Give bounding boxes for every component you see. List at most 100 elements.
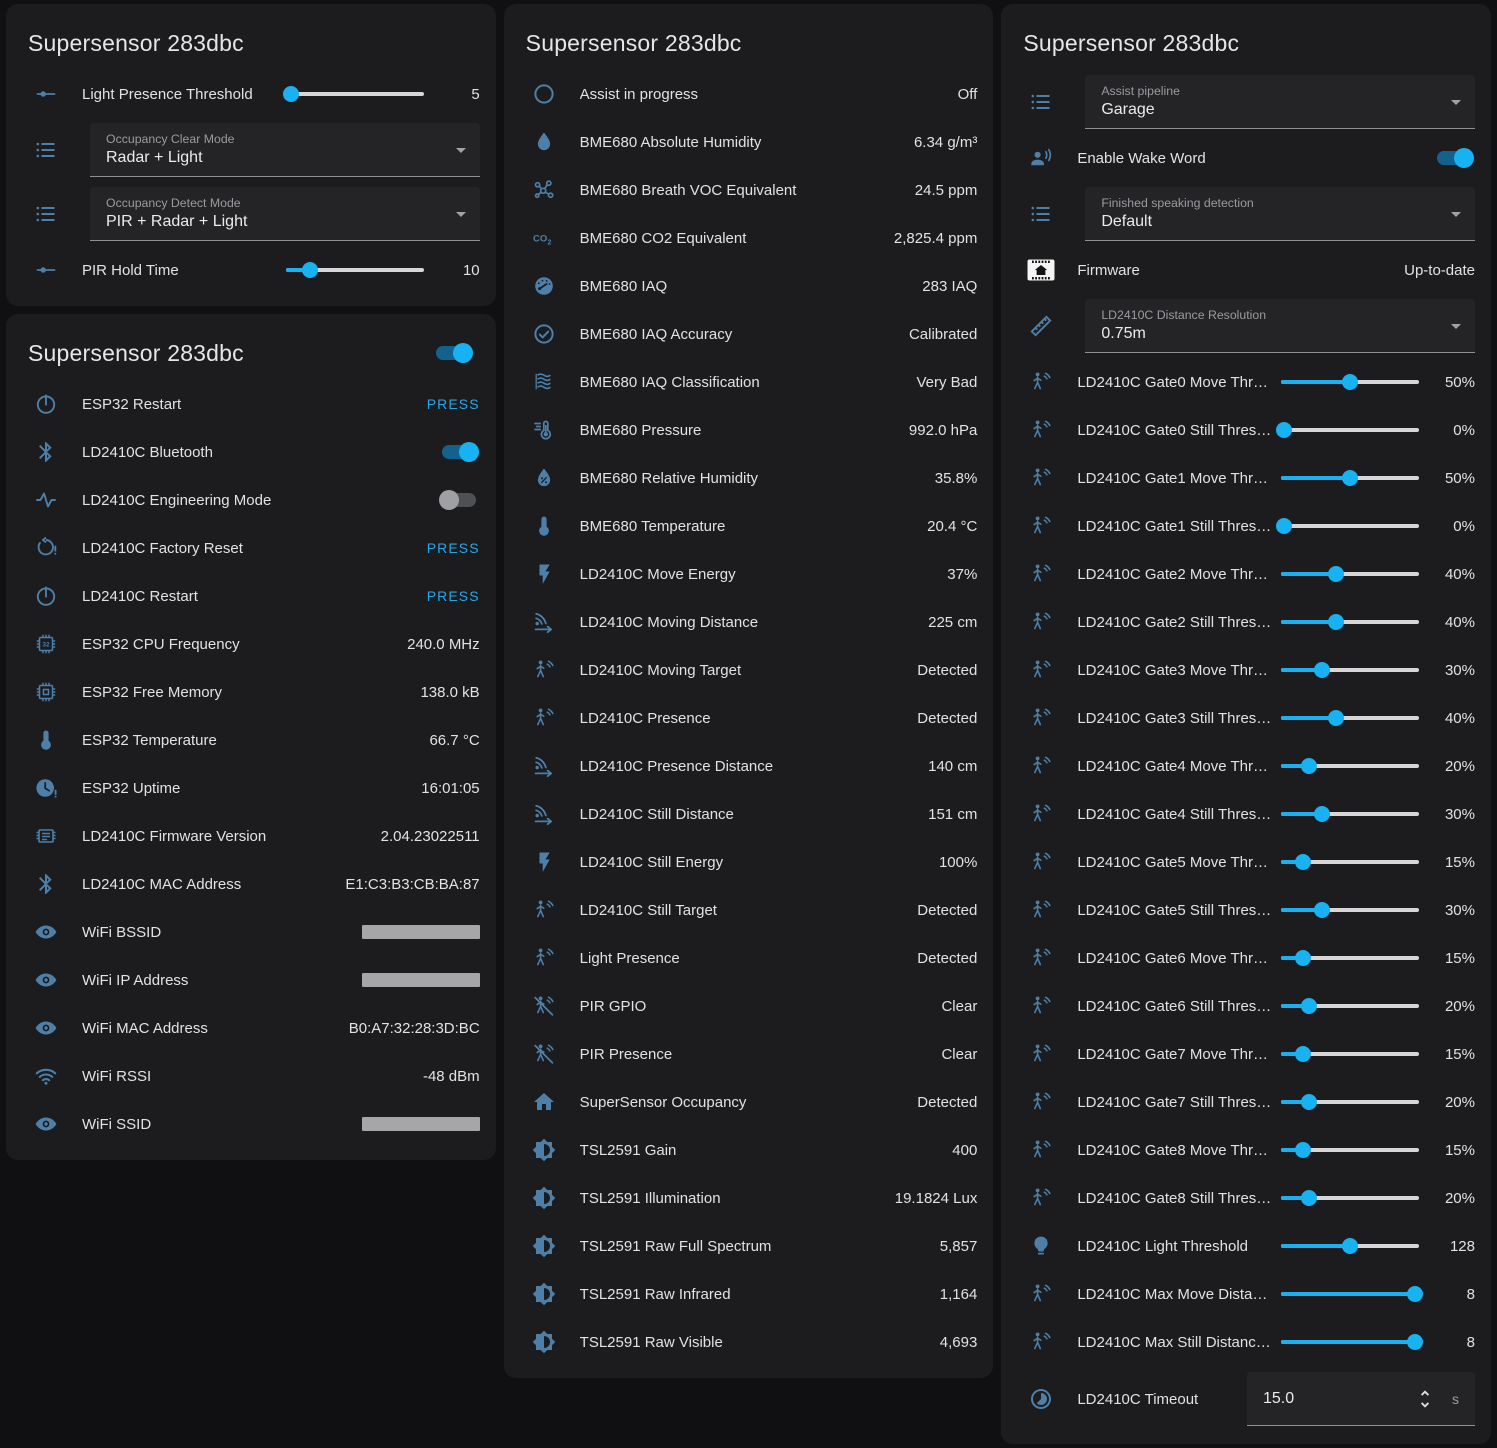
entity-row-wifi-ssid[interactable]: WiFi SSID: [6, 1100, 496, 1148]
entity-row-ld2410c-gate1-still-thres[interactable]: LD2410C Gate1 Still Thres…0%: [1001, 502, 1491, 550]
slider-knob[interactable]: [1342, 374, 1358, 390]
entity-row-assist-pipeline[interactable]: Assist pipelineGarage: [1001, 70, 1491, 134]
entity-row-bme680-iaq-accuracy[interactable]: BME680 IAQ AccuracyCalibrated: [504, 310, 994, 358]
entity-row-light-presence-threshold[interactable]: Light Presence Threshold5: [6, 70, 496, 118]
entity-row-ld2410c-max-move-dista[interactable]: LD2410C Max Move Dista…8: [1001, 1270, 1491, 1318]
entity-row-tsl2591-raw-full-spectrum[interactable]: TSL2591 Raw Full Spectrum5,857: [504, 1222, 994, 1270]
slider-ld2410c-max-still-distanc[interactable]: [1281, 1340, 1419, 1344]
entity-row-ld2410c-gate0-still-thres[interactable]: LD2410C Gate0 Still Thres…0%: [1001, 406, 1491, 454]
entity-row-ld2410c-presence-distance[interactable]: LD2410C Presence Distance140 cm: [504, 742, 994, 790]
slider-ld2410c-gate3-move-thr[interactable]: [1281, 668, 1419, 672]
entity-row-ld2410c-gate8-still-thres[interactable]: LD2410C Gate8 Still Thres…20%: [1001, 1174, 1491, 1222]
slider-ld2410c-max-move-dista[interactable]: [1281, 1292, 1419, 1296]
slider-knob[interactable]: [1314, 806, 1330, 822]
entity-row-ld2410c-move-energy[interactable]: LD2410C Move Energy37%: [504, 550, 994, 598]
entity-row-bme680-relative-humidity[interactable]: BME680 Relative Humidity35.8%: [504, 454, 994, 502]
entity-row-wifi-ip-address[interactable]: WiFi IP Address: [6, 956, 496, 1004]
slider-ld2410c-gate7-move-thr[interactable]: [1281, 1052, 1419, 1056]
slider-knob[interactable]: [1342, 470, 1358, 486]
slider-ld2410c-gate6-still-thres[interactable]: [1281, 1004, 1419, 1008]
entity-row-ld2410c-timeout[interactable]: LD2410C Timeout15.0s: [1001, 1366, 1491, 1432]
slider-knob[interactable]: [1328, 614, 1344, 630]
entity-row-light-presence[interactable]: Light PresenceDetected: [504, 934, 994, 982]
entity-row-ld2410c-firmware-version[interactable]: LD2410C Firmware Version2.04.23022511: [6, 812, 496, 860]
entity-row-ld2410c-gate4-still-thres[interactable]: LD2410C Gate4 Still Thres…30%: [1001, 790, 1491, 838]
select-field-finished-speaking-detection[interactable]: Finished speaking detectionDefault: [1085, 187, 1475, 241]
entity-row-bme680-breath-voc-equivalent[interactable]: BME680 Breath VOC Equivalent24.5 ppm: [504, 166, 994, 214]
slider-light-presence-threshold[interactable]: [286, 92, 424, 96]
entity-row-ld2410c-mac-address[interactable]: LD2410C MAC AddressE1:C3:B3:CB:BA:87: [6, 860, 496, 908]
slider-knob[interactable]: [1301, 1190, 1317, 1206]
entity-row-occupancy-clear-mode[interactable]: Occupancy Clear ModeRadar + Light: [6, 118, 496, 182]
slider-ld2410c-gate7-still-thres[interactable]: [1281, 1100, 1419, 1104]
entity-row-ld2410c-gate3-still-thres[interactable]: LD2410C Gate3 Still Thres…40%: [1001, 694, 1491, 742]
slider-ld2410c-light-threshold[interactable]: [1281, 1244, 1419, 1248]
entity-row-finished-speaking-detection[interactable]: Finished speaking detectionDefault: [1001, 182, 1491, 246]
slider-ld2410c-gate8-move-thr[interactable]: [1281, 1148, 1419, 1152]
slider-ld2410c-gate2-move-thr[interactable]: [1281, 572, 1419, 576]
slider-knob[interactable]: [1276, 518, 1292, 534]
slider-pir-hold-time[interactable]: [286, 268, 424, 272]
entity-row-ld2410c-factory-reset[interactable]: LD2410C Factory ResetPRESS: [6, 524, 496, 572]
slider-knob[interactable]: [1301, 998, 1317, 1014]
entity-row-bme680-absolute-humidity[interactable]: BME680 Absolute Humidity6.34 g/m³: [504, 118, 994, 166]
entity-row-wifi-bssid[interactable]: WiFi BSSID: [6, 908, 496, 956]
entity-row-wifi-rssi[interactable]: WiFi RSSI-48 dBm: [6, 1052, 496, 1100]
slider-knob[interactable]: [1314, 902, 1330, 918]
entity-row-ld2410c-gate8-move-thr[interactable]: LD2410C Gate8 Move Thr…15%: [1001, 1126, 1491, 1174]
slider-knob[interactable]: [1301, 1094, 1317, 1110]
entity-row-bme680-iaq-classification[interactable]: BME680 IAQ ClassificationVery Bad: [504, 358, 994, 406]
entity-row-ld2410c-gate2-still-thres[interactable]: LD2410C Gate2 Still Thres…40%: [1001, 598, 1491, 646]
entity-row-ld2410c-gate6-move-thr[interactable]: LD2410C Gate6 Move Thr…15%: [1001, 934, 1491, 982]
slider-ld2410c-gate4-move-thr[interactable]: [1281, 764, 1419, 768]
select-field-assist-pipeline[interactable]: Assist pipelineGarage: [1085, 75, 1475, 129]
entity-row-ld2410c-max-still-distanc[interactable]: LD2410C Max Still Distanc…8: [1001, 1318, 1491, 1366]
slider-knob[interactable]: [1407, 1334, 1423, 1350]
entity-row-ld2410c-light-threshold[interactable]: LD2410C Light Threshold128: [1001, 1222, 1491, 1270]
slider-ld2410c-gate6-move-thr[interactable]: [1281, 956, 1419, 960]
slider-knob[interactable]: [1295, 1142, 1311, 1158]
entity-row-ld2410c-still-target[interactable]: LD2410C Still TargetDetected: [504, 886, 994, 934]
toggle-enable-wake-word[interactable]: [1437, 151, 1471, 165]
entity-row-ld2410c-gate5-still-thres[interactable]: LD2410C Gate5 Still Thres…30%: [1001, 886, 1491, 934]
slider-ld2410c-gate0-move-thr[interactable]: [1281, 380, 1419, 384]
entity-row-wifi-mac-address[interactable]: WiFi MAC AddressB0:A7:32:28:3D:BC: [6, 1004, 496, 1052]
entity-row-supersensor-occupancy[interactable]: SuperSensor OccupancyDetected: [504, 1078, 994, 1126]
select-field-occupancy-clear-mode[interactable]: Occupancy Clear ModeRadar + Light: [90, 123, 480, 177]
entity-row-pir-hold-time[interactable]: PIR Hold Time10: [6, 246, 496, 294]
entity-row-ld2410c-still-energy[interactable]: LD2410C Still Energy100%: [504, 838, 994, 886]
slider-knob[interactable]: [1328, 566, 1344, 582]
entity-row-ld2410c-engineering-mode[interactable]: LD2410C Engineering Mode: [6, 476, 496, 524]
press-button-esp32-restart[interactable]: PRESS: [427, 396, 480, 412]
entity-row-esp32-uptime[interactable]: ESP32 Uptime16:01:05: [6, 764, 496, 812]
entity-row-ld2410c-bluetooth[interactable]: LD2410C Bluetooth: [6, 428, 496, 476]
entity-row-ld2410c-gate3-move-thr[interactable]: LD2410C Gate3 Move Thr…30%: [1001, 646, 1491, 694]
entity-row-tsl2591-illumination[interactable]: TSL2591 Illumination19.1824 Lux: [504, 1174, 994, 1222]
entity-row-ld2410c-gate2-move-thr[interactable]: LD2410C Gate2 Move Thr…40%: [1001, 550, 1491, 598]
slider-knob[interactable]: [1295, 854, 1311, 870]
slider-ld2410c-gate3-still-thres[interactable]: [1281, 716, 1419, 720]
slider-knob[interactable]: [1407, 1286, 1423, 1302]
entity-row-pir-presence[interactable]: PIR PresenceClear: [504, 1030, 994, 1078]
entity-row-tsl2591-raw-visible[interactable]: TSL2591 Raw Visible4,693: [504, 1318, 994, 1366]
entity-row-ld2410c-gate7-move-thr[interactable]: LD2410C Gate7 Move Thr…15%: [1001, 1030, 1491, 1078]
entity-row-tsl2591-gain[interactable]: TSL2591 Gain400: [504, 1126, 994, 1174]
entity-row-bme680-pressure[interactable]: BME680 Pressure992.0 hPa: [504, 406, 994, 454]
entity-row-bme680-co2-equivalent[interactable]: CO2BME680 CO2 Equivalent2,825.4 ppm: [504, 214, 994, 262]
entity-row-ld2410c-moving-target[interactable]: LD2410C Moving TargetDetected: [504, 646, 994, 694]
entity-row-ld2410c-gate6-still-thres[interactable]: LD2410C Gate6 Still Thres…20%: [1001, 982, 1491, 1030]
slider-ld2410c-gate4-still-thres[interactable]: [1281, 812, 1419, 816]
stepper-icon[interactable]: [1414, 1388, 1436, 1410]
slider-ld2410c-gate8-still-thres[interactable]: [1281, 1196, 1419, 1200]
slider-knob[interactable]: [302, 262, 318, 278]
entity-row-enable-wake-word[interactable]: Enable Wake Word: [1001, 134, 1491, 182]
entity-row-bme680-iaq[interactable]: BME680 IAQ283 IAQ: [504, 262, 994, 310]
slider-ld2410c-gate5-move-thr[interactable]: [1281, 860, 1419, 864]
entity-row-firmware[interactable]: FirmwareUp-to-date: [1001, 246, 1491, 294]
slider-ld2410c-gate1-move-thr[interactable]: [1281, 476, 1419, 480]
entity-row-ld2410c-moving-distance[interactable]: LD2410C Moving Distance225 cm: [504, 598, 994, 646]
slider-ld2410c-gate1-still-thres[interactable]: [1281, 524, 1419, 528]
select-field-ld2410c-distance-resolution[interactable]: LD2410C Distance Resolution0.75m: [1085, 299, 1475, 353]
slider-knob[interactable]: [1342, 1238, 1358, 1254]
entity-row-pir-gpio[interactable]: PIR GPIOClear: [504, 982, 994, 1030]
